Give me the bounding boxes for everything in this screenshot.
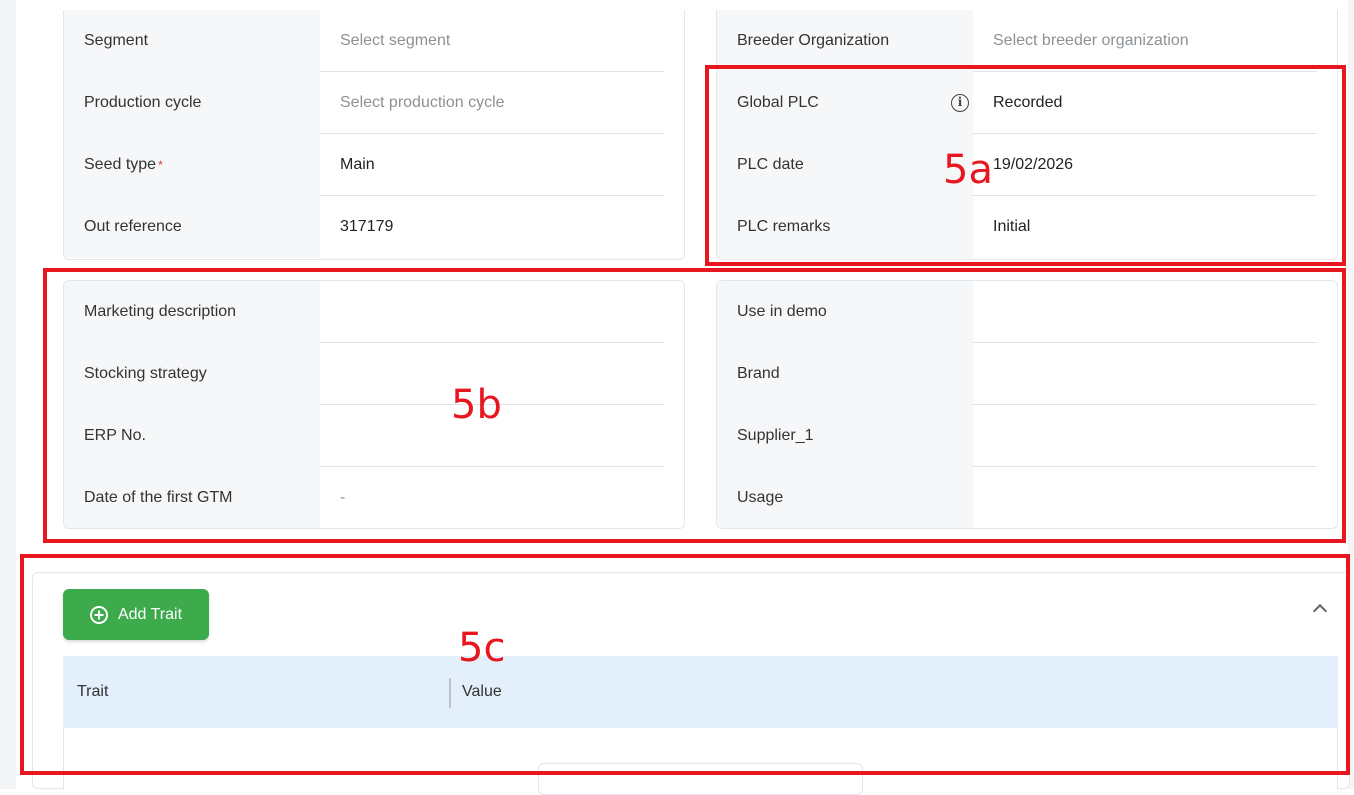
required-marker: * xyxy=(158,158,163,172)
seed-type-row: Seed type * Main xyxy=(64,134,684,196)
breeder-organization-select[interactable]: Select breeder organization xyxy=(973,10,1337,72)
production-cycle-select[interactable]: Select production cycle xyxy=(320,72,684,134)
page-margin-left xyxy=(0,0,16,789)
field-label: Out reference xyxy=(84,218,182,235)
segment-row: Segment Select segment xyxy=(64,10,684,72)
out-reference-row: Out reference 317179 xyxy=(64,196,684,258)
seed-type-value[interactable]: Main xyxy=(320,134,684,196)
field-label: Seed type xyxy=(84,156,157,173)
field-label: Breeder Organization xyxy=(737,32,890,49)
annotation-label-5b: 5b xyxy=(451,382,502,428)
annotation-label-5a: 5a xyxy=(943,147,993,193)
annotation-box-5a xyxy=(705,65,1346,266)
annotation-box-5c xyxy=(20,554,1350,775)
annotation-label-5c: 5c xyxy=(458,625,506,671)
out-reference-value: 317179 xyxy=(340,218,394,235)
production-cycle-row: Production cycle Select production cycle xyxy=(64,72,684,134)
field-label: Segment xyxy=(84,32,149,49)
segment-select[interactable]: Select segment xyxy=(320,10,684,72)
annotation-box-5b xyxy=(43,268,1346,543)
breeder-organization-row: Breeder Organization Select breeder orga… xyxy=(717,10,1337,72)
field-label: Production cycle xyxy=(84,94,202,111)
product-details-card-left: Segment Select segment Production cycle … xyxy=(63,10,685,260)
